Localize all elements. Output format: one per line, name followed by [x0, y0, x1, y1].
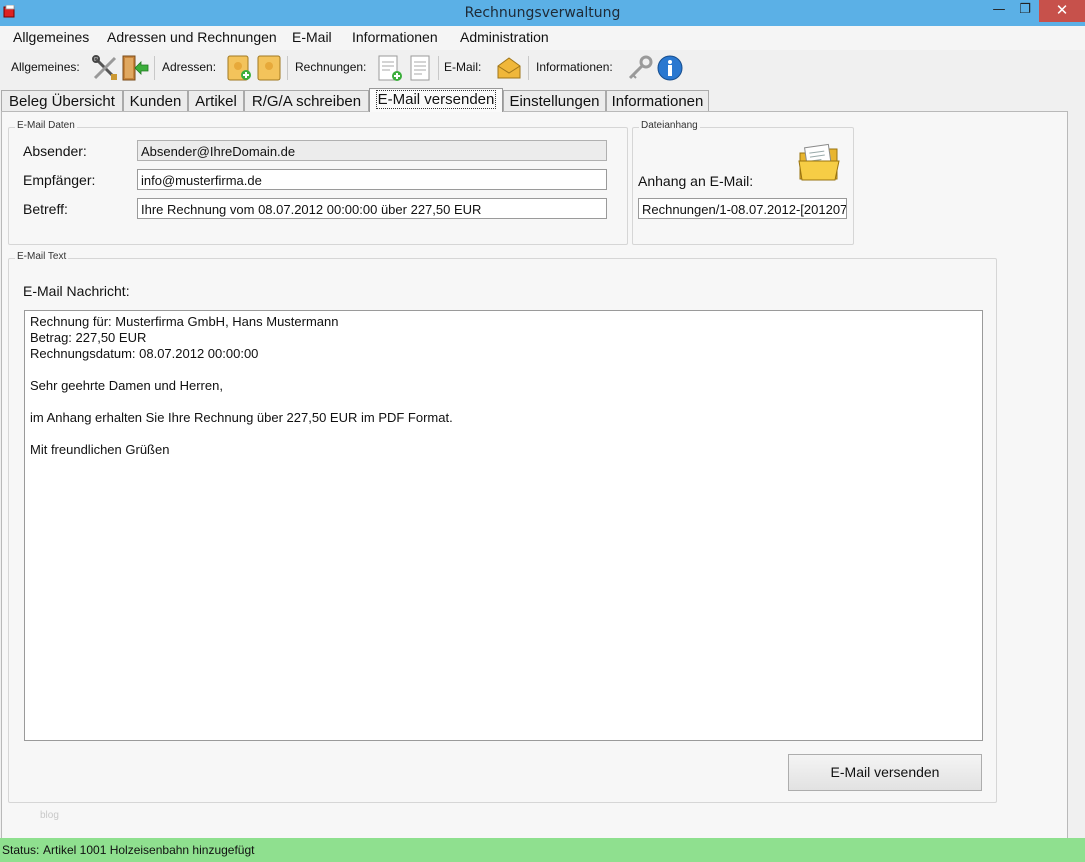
- maximize-button[interactable]: ❐: [1014, 0, 1036, 22]
- toolbar: Allgemeines: Adressen: Rechnungen: E-Mai…: [0, 50, 1085, 86]
- watermark-text: blog: [40, 810, 59, 821]
- exit-door-icon[interactable]: [121, 54, 149, 82]
- menu-allgemeines[interactable]: Allgemeines: [13, 29, 89, 45]
- sender-label: Absender:: [23, 143, 87, 159]
- subject-field[interactable]: Ihre Rechnung vom 08.07.2012 00:00:00 üb…: [137, 198, 607, 219]
- tab-rga-schreiben[interactable]: R/G/A schreiben: [244, 90, 369, 112]
- toolbar-adressen-label: Adressen:: [162, 60, 217, 74]
- toolbar-separator: [528, 56, 529, 80]
- open-folder-icon[interactable]: [797, 143, 841, 183]
- tab-beleg-uebersicht[interactable]: Beleg Übersicht: [1, 90, 123, 112]
- tab-artikel[interactable]: Artikel: [188, 90, 244, 112]
- email-text-group-label: E-Mail Text: [15, 251, 69, 262]
- message-line: im Anhang erhalten Sie Ihre Rechnung übe…: [30, 410, 453, 425]
- message-label: E-Mail Nachricht:: [23, 283, 130, 299]
- key-icon[interactable]: [626, 54, 654, 82]
- send-email-button[interactable]: E-Mail versenden: [788, 754, 982, 791]
- tab-email-versenden-label: E-Mail versenden: [375, 90, 497, 109]
- new-invoice-icon[interactable]: [376, 54, 404, 82]
- tab-einstellungen[interactable]: Einstellungen: [503, 90, 606, 112]
- message-line: [30, 394, 977, 410]
- close-button[interactable]: ✕: [1039, 0, 1085, 22]
- menu-informationen[interactable]: Informationen: [352, 29, 438, 45]
- tab-kunden[interactable]: Kunden: [123, 90, 188, 112]
- email-data-group-label: E-Mail Daten: [15, 120, 77, 131]
- tools-icon[interactable]: [91, 54, 119, 82]
- menu-administration[interactable]: Administration: [460, 29, 549, 45]
- status-label: Status:: [2, 843, 40, 857]
- app-window: Rechnungsverwaltung — ❐ ✕ Allgemeines Ad…: [0, 0, 1085, 862]
- menu-adressen-und-rechnungen[interactable]: Adressen und Rechnungen: [107, 29, 277, 45]
- toolbar-rechnungen-label: Rechnungen:: [295, 60, 367, 74]
- menu-email[interactable]: E-Mail: [292, 29, 332, 45]
- title-bar: Rechnungsverwaltung — ❐ ✕: [0, 0, 1085, 26]
- email-icon[interactable]: [495, 54, 523, 82]
- recipient-label: Empfänger:: [23, 172, 96, 188]
- sender-field[interactable]: Absender@IhreDomain.de: [137, 140, 607, 161]
- minimize-button[interactable]: —: [988, 0, 1010, 22]
- toolbar-separator: [287, 56, 288, 80]
- message-line: Sehr geehrte Damen und Herren,: [30, 378, 223, 393]
- menu-bar: Allgemeines Adressen und Rechnungen E-Ma…: [0, 26, 1085, 50]
- invoice-list-icon[interactable]: [406, 54, 434, 82]
- message-line: [30, 426, 977, 442]
- message-line: Betrag: 227,50 EUR: [30, 330, 147, 345]
- toolbar-separator: [154, 56, 155, 80]
- toolbar-email-label: E-Mail:: [444, 60, 482, 74]
- info-icon[interactable]: [656, 54, 684, 82]
- attachment-label: Anhang an E-Mail:: [638, 173, 754, 189]
- attachment-field[interactable]: Rechnungen/1-08.07.2012-[2012070: [638, 198, 847, 219]
- add-address-icon[interactable]: [225, 54, 253, 82]
- tab-informationen[interactable]: Informationen: [606, 90, 709, 112]
- message-line: Mit freundlichen Grüßen: [30, 442, 170, 457]
- recipient-field[interactable]: info@musterfirma.de: [137, 169, 607, 190]
- toolbar-allgemeines-label: Allgemeines:: [11, 60, 80, 74]
- tab-email-versenden[interactable]: E-Mail versenden: [369, 88, 503, 112]
- message-textarea[interactable]: Rechnung für: Musterfirma GmbH, Hans Mus…: [24, 310, 983, 741]
- subject-label: Betreff:: [23, 201, 68, 217]
- message-line: [30, 362, 977, 378]
- message-line: Rechnung für: Musterfirma GmbH, Hans Mus…: [30, 314, 339, 329]
- toolbar-informationen-label: Informationen:: [536, 60, 613, 74]
- message-line: Rechnungsdatum: 08.07.2012 00:00:00: [30, 346, 259, 361]
- address-book-icon[interactable]: [255, 54, 283, 82]
- attachment-group-label: Dateianhang: [639, 120, 700, 131]
- status-bar: Status: Artikel 1001 Holzeisenbahn hinzu…: [0, 838, 1085, 862]
- tab-strip: Beleg Übersicht Kunden Artikel R/G/A sch…: [0, 88, 1085, 112]
- window-title: Rechnungsverwaltung: [464, 5, 621, 21]
- status-text: Artikel 1001 Holzeisenbahn hinzugefügt: [43, 843, 255, 857]
- toolbar-separator: [438, 56, 439, 80]
